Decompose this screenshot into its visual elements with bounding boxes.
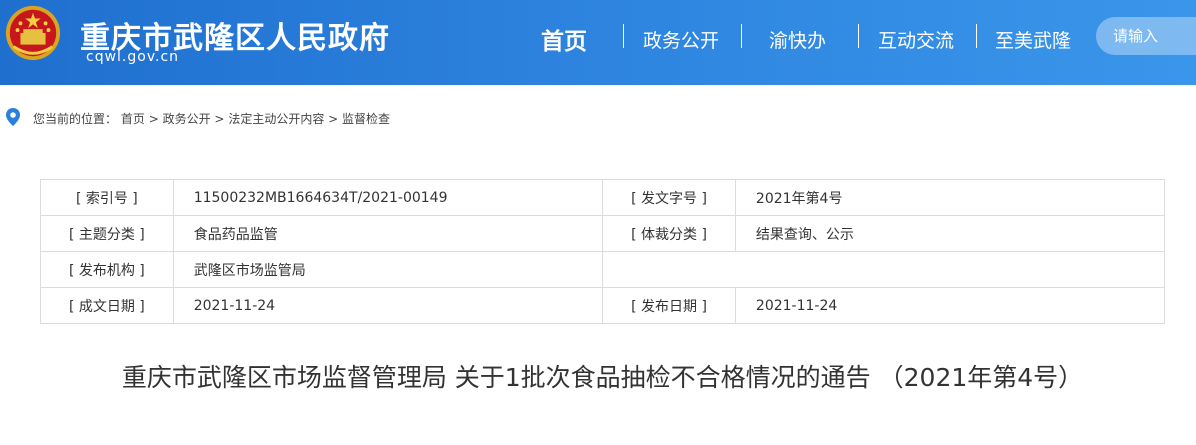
breadcrumb-statutory-disclosure[interactable]: 法定主动公开内容	[228, 112, 324, 126]
table-row: [ 主题分类 ] 食品药品监管 [ 体裁分类 ] 结果查询、公示	[40, 215, 1166, 252]
publisher-label: [ 发布机构 ]	[40, 251, 174, 288]
site-header: 重庆市武隆区人民政府 cqwl.gov.cn 首页 政务公开 渝快办 互动交流 …	[0, 0, 1196, 85]
genre-label: [ 体裁分类 ]	[602, 215, 736, 252]
breadcrumb-separator: >	[148, 112, 159, 126]
nav-item-yukuaiban[interactable]: 渝快办	[769, 26, 826, 53]
document-info-table: [ 索引号 ] 11500232MB1664634T/2021-00149 [ …	[40, 179, 1166, 324]
topic-label: [ 主题分类 ]	[40, 215, 174, 252]
location-pin-icon	[6, 108, 20, 126]
index-label: [ 索引号 ]	[40, 179, 174, 216]
nav-item-home[interactable]: 首页	[541, 22, 587, 56]
nav-item-interaction[interactable]: 互动交流	[878, 26, 954, 53]
topic-value: 食品药品监管	[172, 215, 604, 252]
publisher-value: 武隆区市场监管局	[172, 251, 604, 288]
created-date-label: [ 成文日期 ]	[40, 287, 174, 324]
genre-value: 结果查询、公示	[734, 215, 1166, 252]
article-title: 重庆市武隆区市场监督管理局 关于1批次食品抽检不合格情况的通告 （2021年第4…	[121, 363, 1084, 392]
index-value: 11500232MB1664634T/2021-00149	[172, 179, 604, 216]
nav-separator	[623, 24, 624, 48]
search-input[interactable]: 请输入	[1096, 17, 1196, 55]
breadcrumb-separator: >	[214, 112, 225, 126]
published-date-label: [ 发布日期 ]	[602, 287, 736, 324]
nav-item-beautiful-wulong[interactable]: 至美武隆	[995, 26, 1071, 53]
breadcrumb-home[interactable]: 首页	[121, 112, 145, 126]
main-nav: 首页 政务公开 渝快办 互动交流 至美武隆 请输入	[0, 0, 1196, 85]
doc-number-value: 2021年第4号	[734, 179, 1166, 216]
breadcrumb-prefix: 您当前的位置：	[33, 112, 118, 126]
breadcrumb-separator: >	[328, 112, 339, 126]
published-date-value: 2021-11-24	[734, 287, 1166, 324]
nav-separator	[741, 24, 742, 48]
table-row: [ 索引号 ] 11500232MB1664634T/2021-00149 [ …	[40, 179, 1166, 216]
table-row: [ 发布机构 ] 武隆区市场监管局	[40, 251, 1165, 288]
table-row: [ 成文日期 ] 2021-11-24 [ 发布日期 ] 2021-11-24	[40, 287, 1166, 324]
nav-separator	[976, 24, 977, 48]
empty-cell	[602, 251, 1165, 288]
doc-number-label: [ 发文字号 ]	[602, 179, 736, 216]
breadcrumb-supervision[interactable]: 监督检查	[342, 112, 390, 126]
nav-separator	[858, 24, 859, 48]
breadcrumb-government-affairs[interactable]: 政务公开	[163, 112, 211, 126]
nav-item-government-affairs[interactable]: 政务公开	[643, 26, 719, 53]
created-date-value: 2021-11-24	[172, 287, 604, 324]
